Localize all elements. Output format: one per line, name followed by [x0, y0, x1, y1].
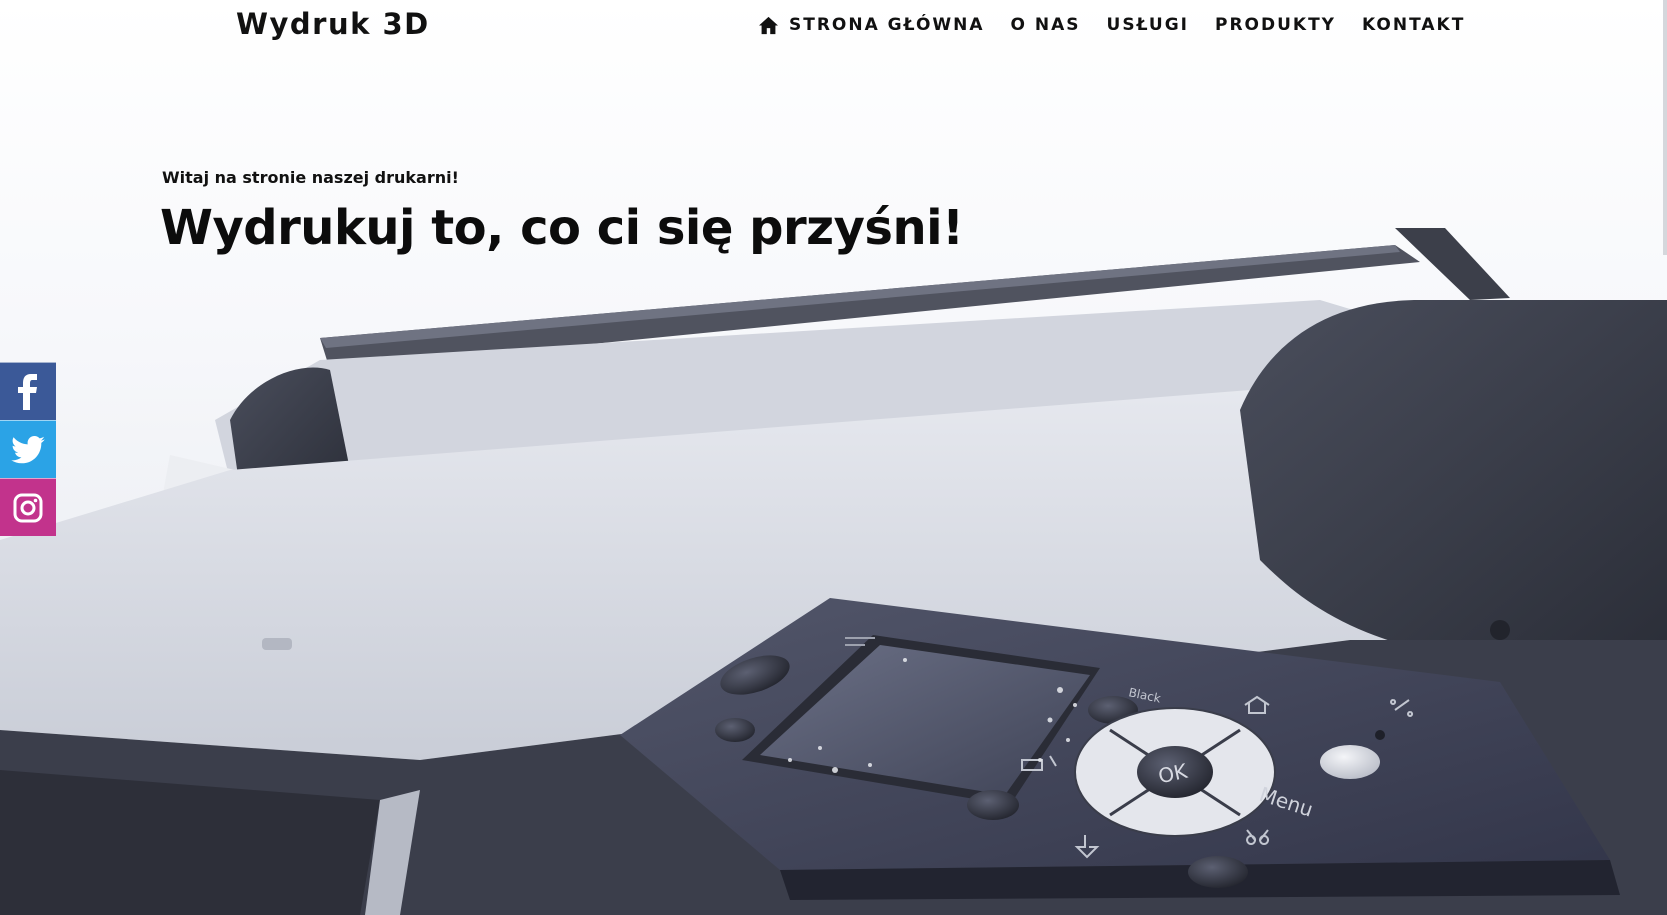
nav-item-label: PRODUKTY	[1215, 15, 1336, 35]
twitter-icon	[11, 435, 45, 463]
nav-item-label: STRONA GŁÓWNA	[789, 15, 985, 35]
instagram-icon	[13, 493, 43, 522]
nav-item-label: USŁUGI	[1106, 15, 1189, 35]
nav-item-contact[interactable]: KONTAKT	[1362, 13, 1465, 37]
nav-item-products[interactable]: PRODUKTY	[1215, 13, 1336, 37]
nav-item-home[interactable]: STRONA GŁÓWNA	[758, 13, 985, 37]
site-logo[interactable]: Wydruk 3D	[236, 6, 430, 42]
social-sidebar	[0, 362, 56, 536]
page: OK Menu Black Wydruk 3D STRONA GŁÓWNA O …	[0, 0, 1667, 915]
hero-subtitle: Witaj na stronie naszej drukarni!	[162, 168, 459, 187]
main-nav: STRONA GŁÓWNA O NAS USŁUGI PRODUKTY KONT…	[758, 13, 1465, 37]
nav-item-services[interactable]: USŁUGI	[1107, 13, 1189, 37]
hero-printer-image: OK Menu Black	[0, 0, 1667, 915]
hero-title: Wydrukuj to, co ci się przyśni!	[160, 200, 964, 256]
instagram-button[interactable]	[0, 478, 56, 536]
twitter-button[interactable]	[0, 420, 56, 478]
nav-item-label: O NAS	[1010, 15, 1081, 35]
facebook-button[interactable]	[0, 362, 56, 420]
nav-item-about[interactable]: O NAS	[1011, 13, 1081, 37]
home-icon	[759, 16, 778, 34]
nav-item-label: KONTAKT	[1362, 15, 1466, 35]
site-header: Wydruk 3D STRONA GŁÓWNA O NAS USŁUGI PRO…	[0, 0, 1667, 50]
facebook-icon	[18, 373, 37, 410]
